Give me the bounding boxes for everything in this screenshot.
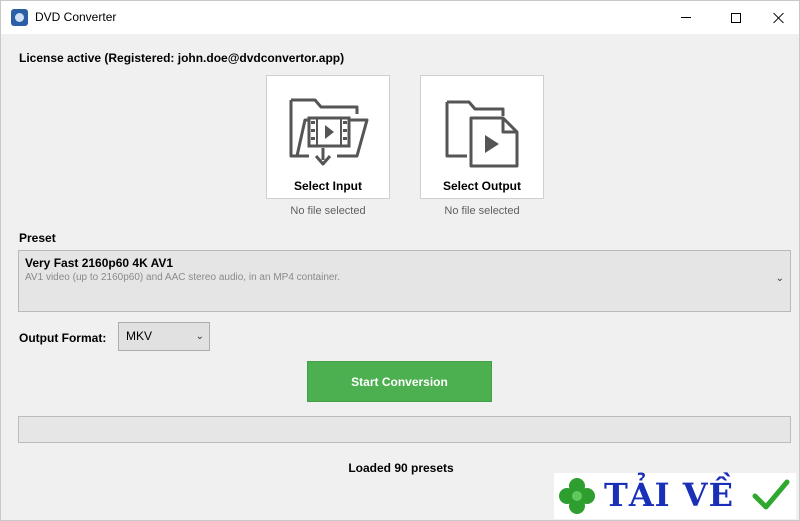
title-bar: DVD Converter [1, 1, 799, 34]
preset-name: Very Fast 2160p60 4K AV1 [25, 256, 174, 270]
maximize-icon [731, 12, 741, 23]
select-output-label: Select Output [442, 179, 521, 193]
file-play-icon [445, 100, 519, 168]
chevron-down-icon: ⌄ [775, 273, 784, 284]
chevron-down-icon: ⌄ [195, 331, 204, 342]
close-button[interactable] [756, 1, 800, 34]
select-output-button[interactable]: Select Output [420, 75, 544, 199]
minimize-button[interactable] [663, 1, 709, 34]
preset-heading: Preset [19, 231, 56, 245]
watermark: TẢI VỀ [554, 473, 796, 519]
close-icon [773, 12, 785, 24]
output-format-label: Output Format: [19, 331, 107, 345]
input-file-status: No file selected [290, 205, 366, 217]
preset-description: AV1 video (up to 2160p60) and AAC stereo… [25, 272, 341, 283]
check-icon [752, 479, 790, 510]
start-conversion-button[interactable]: Start Conversion [307, 361, 492, 402]
clover-icon [559, 478, 595, 514]
maximize-button[interactable] [713, 1, 759, 34]
app-window: DVD Converter License active (Registered… [0, 0, 800, 521]
output-file-status: No file selected [444, 205, 520, 217]
watermark-text: TẢI VỀ [604, 476, 734, 514]
app-icon [11, 9, 28, 26]
select-input-label: Select Input [293, 179, 362, 193]
progress-bar [18, 416, 791, 443]
folder-video-import-icon [289, 98, 369, 166]
preset-dropdown[interactable]: Very Fast 2160p60 4K AV1 AV1 video (up t… [18, 250, 791, 312]
license-status: License active (Registered: john.doe@dvd… [19, 51, 345, 65]
output-format-value: MKV [126, 329, 153, 343]
select-input-button[interactable]: Select Input [266, 75, 390, 199]
output-format-select[interactable]: MKV ⌄ [118, 322, 210, 351]
minimize-icon [681, 17, 691, 18]
window-title: DVD Converter [35, 10, 117, 24]
